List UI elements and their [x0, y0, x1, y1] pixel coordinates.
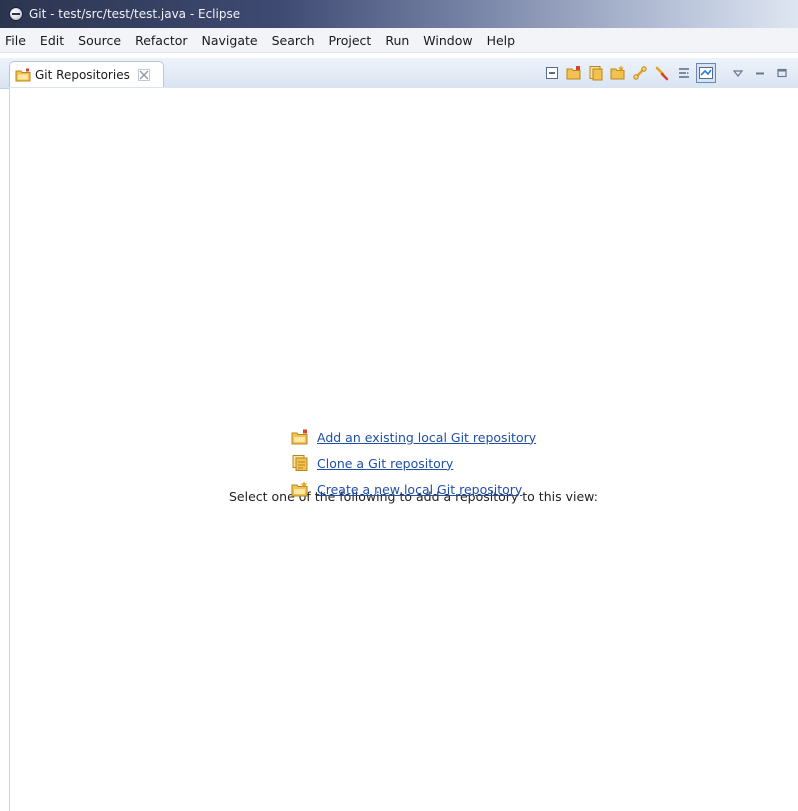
link-with-selection-icon — [699, 67, 713, 79]
menu-refactor[interactable]: Refactor — [128, 33, 194, 48]
view-tab-bar: Git Repositories — [0, 58, 798, 89]
maximize-button[interactable] — [772, 63, 792, 83]
menu-project[interactable]: Project — [322, 33, 379, 48]
tab-label: Git Repositories — [35, 67, 130, 82]
add-repository-button[interactable] — [564, 63, 584, 83]
link-with-selection-button[interactable] — [696, 63, 716, 83]
add-existing-repository-link[interactable]: Add an existing local Git repository — [317, 430, 536, 445]
add-existing-repository-row: Add an existing local Git repository — [291, 429, 536, 445]
menu-window[interactable]: Window — [416, 33, 479, 48]
link-with-editor-button[interactable] — [630, 63, 650, 83]
clone-repository-row: Clone a Git repository — [291, 455, 453, 471]
create-repository-icon — [610, 65, 625, 80]
clone-repository-link[interactable]: Clone a Git repository — [317, 456, 453, 471]
git-repositories-view: Select one of the following to add a rep… — [9, 88, 798, 811]
maximize-icon — [777, 68, 787, 78]
minimize-icon — [756, 72, 764, 75]
window-title: Git - test/src/test/test.java - Eclipse — [29, 7, 241, 21]
tab-git-repositories[interactable]: Git Repositories — [9, 61, 164, 87]
create-repository-row: Create a new local Git repository — [291, 481, 522, 497]
menu-file[interactable]: File — [0, 33, 33, 48]
eclipse-app-icon[interactable] — [9, 7, 23, 21]
clone-repository-icon — [292, 455, 308, 471]
git-repositories-icon — [15, 68, 31, 81]
menu-navigate[interactable]: Navigate — [195, 33, 265, 48]
add-repository-icon — [291, 429, 308, 445]
view-menu-icon — [732, 70, 744, 77]
window-title-bar: Git - test/src/test/test.java - Eclipse — [0, 0, 798, 28]
menu-edit[interactable]: Edit — [33, 33, 71, 48]
layout-button[interactable] — [674, 63, 694, 83]
view-menu-button[interactable] — [728, 63, 748, 83]
link-with-editor-icon — [633, 66, 647, 80]
menu-run[interactable]: Run — [378, 33, 416, 48]
layout-icon — [679, 68, 689, 78]
refresh-button[interactable] — [652, 63, 672, 83]
minimize-button[interactable] — [750, 63, 770, 83]
menu-help[interactable]: Help — [480, 33, 523, 48]
collapse-all-icon — [546, 67, 558, 79]
clone-repository-button[interactable] — [586, 63, 606, 83]
menu-source[interactable]: Source — [71, 33, 128, 48]
close-icon[interactable] — [137, 68, 150, 81]
create-repository-icon — [291, 481, 308, 497]
add-repository-icon — [566, 66, 581, 80]
create-repository-button[interactable] — [608, 63, 628, 83]
menu-bar: File Edit Source Refactor Navigate Searc… — [0, 28, 798, 53]
create-repository-link[interactable]: Create a new local Git repository — [317, 482, 522, 497]
refresh-icon — [655, 66, 669, 81]
menu-search[interactable]: Search — [265, 33, 322, 48]
collapse-all-button[interactable] — [542, 63, 562, 83]
clone-repository-icon — [589, 66, 603, 81]
view-toolbar — [540, 63, 792, 83]
